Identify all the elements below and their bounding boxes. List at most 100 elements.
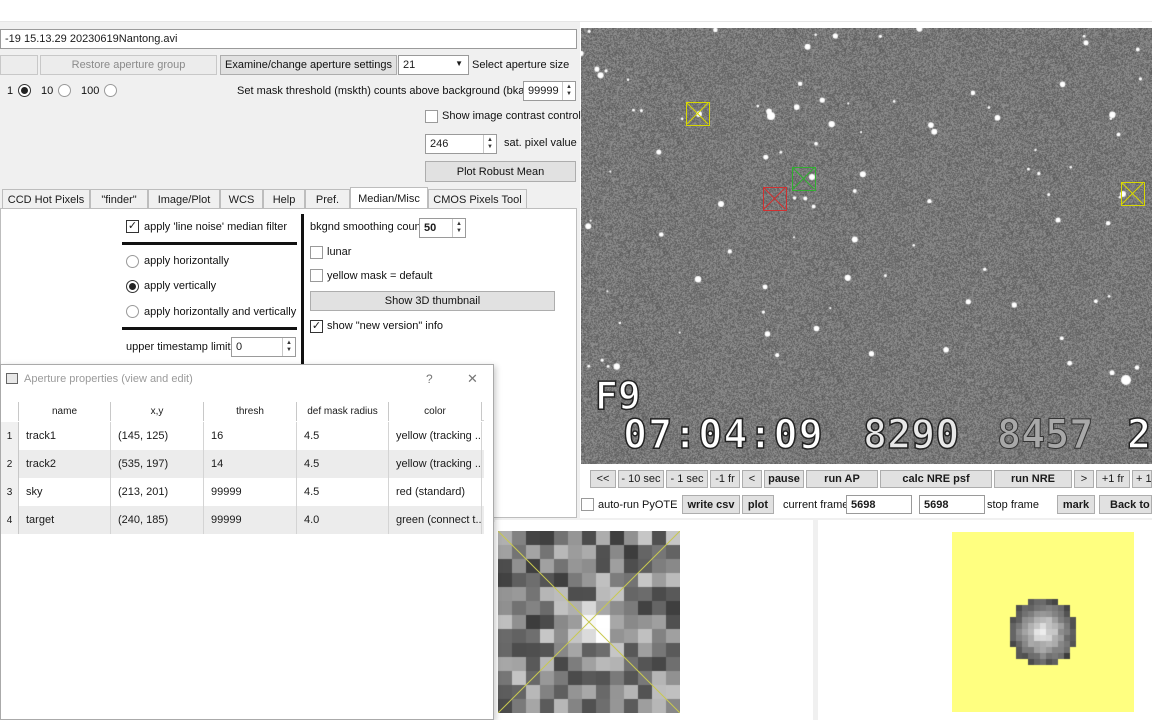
header-thresh[interactable]: thresh [204,402,297,421]
table-cell-color[interactable]: red (standard) [389,478,482,506]
header-label: x,y [150,406,164,417]
table-row[interactable]: 3 sky (213, 201) 99999 4.5 red (standard) [1,478,484,506]
tab-median-misc[interactable]: Median/Misc [350,187,428,209]
table-cell-xy[interactable]: (145, 125) [111,422,204,450]
back-to-button[interactable]: Back to [1099,495,1152,514]
table-cell-thresh[interactable]: 99999 [204,506,297,534]
spinner-arrows-icon[interactable]: ▲ ▼ [483,135,496,153]
pause-button[interactable]: pause [764,470,804,488]
minus-1-sec-button[interactable]: - 1 sec [666,470,708,488]
table-cell-color[interactable]: yellow (tracking ... [389,450,482,478]
sat-pixel-input[interactable]: 246 ▲ ▼ [425,134,497,154]
table-cell-name[interactable]: target [19,506,111,534]
table-cell-xy[interactable]: (240, 185) [111,506,204,534]
restore-aperture-group-button[interactable]: Restore aperture group [40,55,217,75]
close-icon[interactable]: ✕ [467,371,478,387]
radio-apply-vertically[interactable] [126,280,139,293]
table-cell-radius[interactable]: 4.5 [297,422,389,450]
table-cell-radius[interactable]: 4.0 [297,506,389,534]
table-cell-color[interactable]: green (connect t... [389,506,482,534]
minus-1-frame-button[interactable]: -1 fr [710,470,740,488]
table-cell-color[interactable]: yellow (tracking ... [389,422,482,450]
back-button[interactable]: < [742,470,762,488]
aperture-track2[interactable] [1121,182,1145,206]
run-nre-button[interactable]: run NRE [994,470,1072,488]
mark-button[interactable]: mark [1057,495,1095,514]
spinner-arrows-icon[interactable]: ▲ ▼ [282,338,295,356]
new-version-checkbox[interactable]: ✓ [310,320,323,333]
aperture-sky[interactable] [763,187,787,211]
table-row[interactable]: 1 track1 (145, 125) 16 4.5 yellow (tracking .… [1,422,484,450]
row-number[interactable]: 3 [1,478,19,506]
video-frame-b: 8457 [996,412,1094,459]
header-name[interactable]: name [19,402,111,421]
aperture-size-select[interactable]: 21 ▼ [398,55,469,75]
tab-pref[interactable]: Pref. [305,189,350,209]
write-csv-button[interactable]: write csv [682,495,740,514]
contrast-checkbox[interactable] [425,110,438,123]
table-cell-name[interactable]: sky [19,478,111,506]
dialog-titlebar[interactable]: Aperture properties (view and edit) ? ✕ [1,365,493,393]
row-number[interactable]: 2 [1,450,19,478]
mask-threshold-input[interactable]: 99999 ▲ ▼ [523,81,576,101]
table-cell-radius[interactable]: 4.5 [297,450,389,478]
stop-frame-input[interactable]: 5698 [919,495,985,514]
line-noise-checkbox[interactable]: ✓ [126,220,139,233]
run-ap-button[interactable]: run AP [806,470,878,488]
radio-100[interactable] [104,84,117,97]
row-number[interactable]: 4 [1,506,19,534]
radio-1[interactable] [18,84,31,97]
show-3d-thumbnail-button[interactable]: Show 3D thumbnail [310,291,555,311]
pixel-thumbnail[interactable] [498,531,680,713]
plot-robust-mean-button[interactable]: Plot Robust Mean [425,161,576,182]
plus-1-sec-button[interactable]: + 1 [1132,470,1152,488]
plus-1-frame-button[interactable]: +1 fr [1096,470,1130,488]
tab-image-plot[interactable]: Image/Plot [148,189,220,209]
rewind-button[interactable]: << [590,470,616,488]
restore-aperture-group-button[interactable] [0,55,38,75]
minus-10-sec-button[interactable]: - 10 sec [618,470,664,488]
auto-run-pyote-checkbox[interactable] [581,498,594,511]
table-cell-radius[interactable]: 4.5 [297,478,389,506]
current-frame-input[interactable]: 5698 [846,495,912,514]
video-frame[interactable]: F9 07:04:09 8290 8457 2 [581,28,1152,464]
row-number[interactable]: 1 [1,422,19,450]
spinner-arrows-icon[interactable]: ▲ ▼ [562,82,575,100]
tab-ccd-hot-pixels[interactable]: CCD Hot Pixels [2,189,90,209]
calc-nre-psf-button[interactable]: calc NRE psf [880,470,992,488]
table-cell-xy[interactable]: (213, 201) [111,478,204,506]
forward-button[interactable]: > [1074,470,1094,488]
table-cell-name[interactable]: track2 [19,450,111,478]
table-cell-thresh[interactable]: 14 [204,450,297,478]
header-color[interactable]: color [389,402,482,421]
help-icon[interactable]: ? [426,372,433,386]
bkgnd-smoothing-input[interactable]: 50 ▲ ▼ [419,218,466,238]
radio-apply-both[interactable] [126,305,139,318]
tab-help[interactable]: Help [263,189,305,209]
tab-finder[interactable]: "finder" [90,189,148,209]
table-cell-thresh[interactable]: 99999 [204,478,297,506]
radio-10[interactable] [58,84,71,97]
yellow-mask-checkbox[interactable] [310,269,323,282]
header-xy[interactable]: x,y [111,402,204,421]
tab-cmos-pixels-tool[interactable]: CMOS Pixels Tool [428,189,527,209]
spinner-arrows-icon[interactable]: ▲ ▼ [452,219,465,237]
aperture-track1[interactable] [686,102,710,126]
mask-thumbnail[interactable] [952,532,1134,712]
btn-label: - 1 sec [670,473,704,485]
file-path-field[interactable]: -19 15.13.29 20230619Nantong.avi [0,29,577,49]
header-def-mask-radius[interactable]: def mask radius [297,402,389,421]
timestamp-limit-input[interactable]: 0 ▲ ▼ [231,337,296,357]
plot-button[interactable]: plot [742,495,774,514]
table-row[interactable]: 4 target (240, 185) 99999 4.0 green (connect … [1,506,484,534]
table-cell-name[interactable]: track1 [19,422,111,450]
table-cell-xy[interactable]: (535, 197) [111,450,204,478]
examine-aperture-settings-button[interactable]: Examine/change aperture settings [220,55,397,75]
btn-label: run AP [824,473,860,485]
aperture-target[interactable] [792,167,816,191]
table-cell-thresh[interactable]: 16 [204,422,297,450]
radio-apply-horizontally[interactable] [126,255,139,268]
tab-wcs[interactable]: WCS [220,189,263,209]
lunar-checkbox[interactable] [310,246,323,259]
table-row[interactable]: 2 track2 (535, 197) 14 4.5 yellow (tracking .… [1,450,484,478]
